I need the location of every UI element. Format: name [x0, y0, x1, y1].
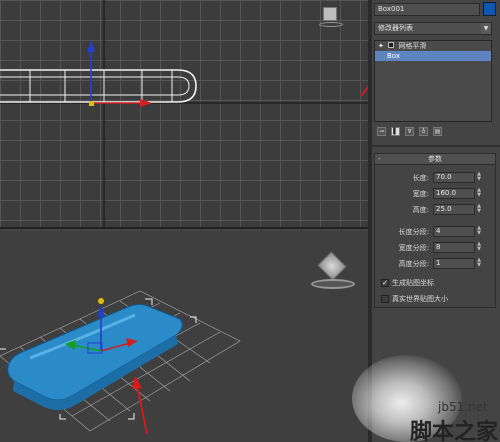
show-end-result-icon[interactable]: ▌: [391, 126, 400, 136]
rollout-header[interactable]: - 参数: [375, 154, 495, 165]
real-world-map-label: 真实世界贴图大小: [392, 295, 448, 303]
top-viewport-canvas: [0, 0, 368, 229]
width-input[interactable]: 160.0: [433, 188, 475, 199]
box-wireframe-top[interactable]: [0, 69, 197, 103]
length-input[interactable]: 70.0: [433, 172, 475, 183]
height-input[interactable]: 25.0: [433, 204, 475, 215]
length-row: 长度: 70.0 ▲ ▼: [375, 172, 495, 184]
stack-item-meshsmooth[interactable]: ✦ 网格平滑: [375, 41, 491, 51]
remove-modifier-icon[interactable]: ♁: [419, 126, 428, 136]
stack-toolbar: ⊸ ▌ ∀ ♁ ▤: [374, 125, 492, 137]
height-segs-label: 高度分段:: [398, 260, 429, 268]
width-segs-row: 宽度分段: 8 ▲ ▼: [375, 242, 495, 254]
width-segs-label: 宽度分段:: [398, 244, 429, 252]
length-segs-input[interactable]: 4: [433, 226, 475, 237]
viewcube-persp[interactable]: [311, 251, 355, 289]
real-world-map-checkbox[interactable]: 真实世界贴图大小: [381, 294, 491, 304]
width-row: 宽度: 160.0 ▲ ▼: [375, 188, 495, 200]
chevron-down-icon[interactable]: ▼: [481, 23, 491, 34]
configure-sets-icon[interactable]: ▤: [433, 126, 442, 136]
modifier-stack[interactable]: ✦ 网格平滑 Box: [374, 40, 492, 122]
gen-map-coords-label: 生成贴图坐标: [392, 279, 434, 287]
height-segs-input[interactable]: 1: [433, 258, 475, 269]
lightbulb-icon[interactable]: ✦: [378, 42, 384, 50]
gen-map-coords-checkbox[interactable]: ✓ 生成贴图坐标: [381, 278, 491, 288]
stack-item-box[interactable]: Box: [375, 51, 491, 61]
height-spinner[interactable]: ▲ ▼: [476, 204, 482, 215]
height-segs-spinner[interactable]: ▲ ▼: [476, 258, 482, 269]
width-label: 宽度:: [412, 190, 429, 198]
perspective-viewport[interactable]: [0, 231, 368, 442]
object-name-field[interactable]: Box001: [374, 3, 480, 16]
top-viewport[interactable]: [0, 0, 368, 229]
object-color-swatch[interactable]: [483, 2, 496, 16]
width-segs-input[interactable]: 8: [433, 242, 475, 253]
rollout-title: 参数: [428, 155, 442, 163]
height-segs-row: 高度分段: 1 ▲ ▼: [375, 258, 495, 270]
modifier-list-value: 修改器列表: [378, 24, 413, 32]
rounded-box-mesh[interactable]: [7, 304, 183, 411]
expand-icon[interactable]: [388, 42, 395, 48]
checkbox-unchecked-icon[interactable]: [381, 295, 389, 303]
length-segs-label: 长度分段:: [398, 228, 429, 236]
stack-item-label: Box: [387, 52, 401, 60]
collapse-icon[interactable]: -: [378, 154, 381, 164]
app-window: Box001 修改器列表 ▼ ✦ 网格平滑 Box ⊸ ▌ ∀ ♁ ▤ - 参数…: [0, 0, 500, 442]
stack-item-label: 网格平滑: [398, 42, 427, 50]
length-segs-row: 长度分段: 4 ▲ ▼: [375, 226, 495, 238]
length-label: 长度:: [412, 174, 429, 182]
length-segs-spinner[interactable]: ▲ ▼: [476, 226, 482, 237]
width-segs-spinner[interactable]: ▲ ▼: [476, 242, 482, 253]
height-label: 高度:: [412, 206, 429, 214]
length-spinner[interactable]: ▲ ▼: [476, 172, 482, 183]
make-unique-icon[interactable]: ∀: [405, 126, 414, 136]
viewcube-top[interactable]: [319, 5, 343, 27]
parameters-rollout: - 参数 长度: 70.0 ▲ ▼ 宽度: 160.0 ▲ ▼ 高度: 25.0 ▲…: [374, 153, 496, 308]
height-row: 高度: 25.0 ▲ ▼: [375, 204, 495, 216]
watermark-name: 脚本之家: [410, 419, 499, 442]
watermark-site: jb51.net: [438, 400, 488, 414]
pin-stack-icon[interactable]: ⊸: [377, 126, 386, 136]
modifier-list-dropdown[interactable]: 修改器列表 ▼: [374, 22, 492, 35]
panel-separator: [372, 145, 500, 147]
width-spinner[interactable]: ▲ ▼: [476, 188, 482, 199]
checkbox-checked-icon[interactable]: ✓: [381, 279, 389, 287]
